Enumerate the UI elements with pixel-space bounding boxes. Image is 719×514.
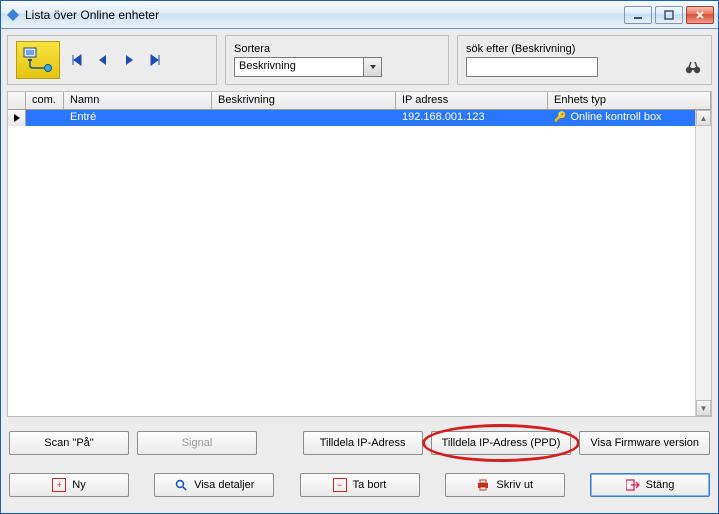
assign-ip-button[interactable]: Tilldela IP-Adress: [303, 431, 423, 455]
device-grid: com. Namn Beskrivning IP adress Enhets t…: [7, 91, 712, 417]
col-header-desc[interactable]: Beskrivning: [212, 92, 396, 109]
cell-ip: 192.168.001.123: [396, 110, 548, 126]
grid-header: com. Namn Beskrivning IP adress Enhets t…: [8, 92, 711, 110]
details-button[interactable]: Visa detaljer: [154, 473, 274, 497]
nav-prev-button[interactable]: [94, 51, 112, 69]
minus-icon: −: [333, 478, 347, 492]
close-dialog-button[interactable]: Stäng: [590, 473, 710, 497]
cell-com: [26, 110, 64, 126]
col-header-ip[interactable]: IP adress: [396, 92, 548, 109]
maximize-button[interactable]: [655, 6, 683, 24]
col-header-name[interactable]: Namn: [64, 92, 212, 109]
search-panel: sök efter (Beskrivning): [457, 35, 712, 85]
nav-next-button[interactable]: [120, 51, 138, 69]
new-button[interactable]: + Ny: [9, 473, 129, 497]
chevron-down-icon: [363, 58, 381, 76]
cell-desc: [212, 110, 396, 126]
network-icon: [16, 41, 60, 79]
printer-icon: [476, 478, 490, 492]
nav-last-button[interactable]: [146, 51, 164, 69]
vertical-scrollbar[interactable]: ▲ ▼: [695, 110, 711, 416]
delete-button[interactable]: − Ta bort: [300, 473, 420, 497]
table-row[interactable]: Entré 192.168.001.123 🔑Online kontroll b…: [8, 110, 711, 126]
scan-button[interactable]: Scan "På": [9, 431, 129, 455]
action-row: Scan "På" Signal Tilldela IP-Adress Till…: [7, 423, 712, 459]
minimize-button[interactable]: [624, 6, 652, 24]
close-button[interactable]: [686, 6, 714, 24]
scroll-down-button[interactable]: ▼: [696, 400, 711, 416]
col-header-com[interactable]: com.: [26, 92, 64, 109]
sort-label: Sortera: [234, 43, 270, 55]
search-input[interactable]: [466, 57, 598, 77]
toolbar: Sortera Beskrivning sök efter (Beskrivni…: [7, 35, 712, 85]
exit-icon: [626, 478, 640, 492]
find-button[interactable]: [683, 58, 703, 78]
titlebar: Lista över Online enheter: [1, 1, 718, 29]
assign-ip-ppd-button[interactable]: Tilldela IP-Adress (PPD): [431, 431, 572, 455]
sort-combo[interactable]: Beskrivning: [234, 57, 382, 77]
plus-icon: +: [52, 478, 66, 492]
cell-name: Entré: [64, 110, 212, 126]
cell-type: 🔑Online kontroll box: [548, 110, 711, 126]
firmware-button[interactable]: Visa Firmware version: [579, 431, 710, 455]
col-header-type[interactable]: Enhets typ: [548, 92, 711, 109]
scroll-up-button[interactable]: ▲: [696, 110, 711, 126]
app-icon: [5, 7, 21, 23]
search-label: sök efter (Beskrivning): [466, 43, 575, 55]
nav-first-button[interactable]: [68, 51, 86, 69]
sort-value: Beskrivning: [235, 58, 363, 76]
sort-panel: Sortera Beskrivning: [225, 35, 449, 85]
signal-button: Signal: [137, 431, 257, 455]
current-row-icon: [8, 110, 26, 126]
window-title: Lista över Online enheter: [25, 8, 624, 22]
footer-row: + Ny Visa detaljer − Ta bort Skriv ut: [7, 465, 712, 507]
device-type-icon: 🔑: [554, 112, 566, 123]
magnifier-icon: [174, 478, 188, 492]
print-button[interactable]: Skriv ut: [445, 473, 565, 497]
row-marker-header: [8, 92, 26, 109]
nav-panel: [7, 35, 217, 85]
